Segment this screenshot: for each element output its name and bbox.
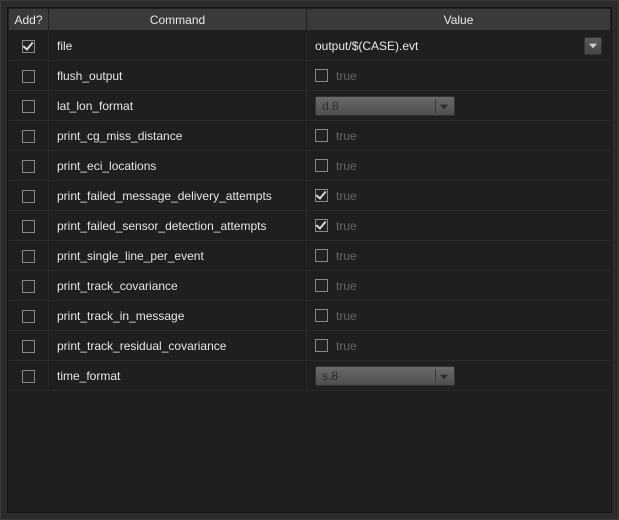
dropdown-label: d.8: [322, 99, 431, 113]
add-checkbox[interactable]: [22, 70, 35, 83]
table-row: print_failed_message_delivery_attempts tr…: [9, 181, 611, 211]
value-dropdown[interactable]: d.8: [315, 96, 455, 116]
window-frame: Add? Command Value file output/$(CASE).ev…: [0, 0, 619, 520]
value-true-label: true: [336, 279, 357, 293]
table-row: print_eci_locations true: [9, 151, 611, 181]
add-checkbox[interactable]: [22, 220, 35, 233]
table-row: print_single_line_per_event true: [9, 241, 611, 271]
value-dropdown-button[interactable]: [584, 37, 602, 55]
add-checkbox[interactable]: [22, 250, 35, 263]
table-row: print_track_residual_covariance true: [9, 331, 611, 361]
command-label: print_single_line_per_event: [57, 249, 298, 263]
command-label: print_failed_sensor_detection_attempts: [57, 219, 298, 233]
value-checkbox[interactable]: [315, 69, 328, 82]
add-checkbox[interactable]: [22, 130, 35, 143]
header-add[interactable]: Add?: [9, 9, 49, 31]
command-label: print_track_covariance: [57, 279, 298, 293]
chevron-down-icon: [440, 369, 448, 383]
value-checkbox[interactable]: [315, 249, 328, 262]
value-text-input[interactable]: output/$(CASE).evt: [315, 39, 580, 53]
value-true-label: true: [336, 249, 357, 263]
value-true-label: true: [336, 309, 357, 323]
value-checkbox[interactable]: [315, 339, 328, 352]
add-checkbox[interactable]: [22, 100, 35, 113]
command-label: time_format: [57, 369, 298, 383]
add-checkbox[interactable]: [22, 310, 35, 323]
add-checkbox[interactable]: [22, 160, 35, 173]
value-checkbox[interactable]: [315, 279, 328, 292]
table-row: flush_output true: [9, 61, 611, 91]
value-true-label: true: [336, 129, 357, 143]
command-label: print_failed_message_delivery_attempts: [57, 189, 298, 203]
table-row: file output/$(CASE).evt: [9, 31, 611, 61]
add-checkbox[interactable]: [22, 340, 35, 353]
table-row: lat_lon_format d.8: [9, 91, 611, 121]
command-label: print_track_residual_covariance: [57, 339, 298, 353]
chevron-down-icon: [440, 99, 448, 113]
add-checkbox[interactable]: [22, 280, 35, 293]
value-dropdown[interactable]: s.8: [315, 366, 455, 386]
table-row: print_cg_miss_distance true: [9, 121, 611, 151]
value-true-label: true: [336, 339, 357, 353]
command-label: file: [57, 39, 298, 53]
dropdown-label: s.8: [322, 369, 431, 383]
table-row: print_track_covariance true: [9, 271, 611, 301]
value-true-label: true: [336, 219, 357, 233]
value-checkbox[interactable]: [315, 219, 328, 232]
value-checkbox[interactable]: [315, 129, 328, 142]
command-label: print_track_in_message: [57, 309, 298, 323]
command-label: lat_lon_format: [57, 99, 298, 113]
value-true-label: true: [336, 159, 357, 173]
command-label: print_eci_locations: [57, 159, 298, 173]
header-value[interactable]: Value: [307, 9, 611, 31]
value-checkbox[interactable]: [315, 159, 328, 172]
add-checkbox[interactable]: [22, 40, 35, 53]
command-label: flush_output: [57, 69, 298, 83]
table-row: time_format s.8: [9, 361, 611, 391]
value-true-label: true: [336, 189, 357, 203]
table-row: print_track_in_message true: [9, 301, 611, 331]
value-true-label: true: [336, 69, 357, 83]
add-checkbox[interactable]: [22, 370, 35, 383]
header-command[interactable]: Command: [49, 9, 307, 31]
value-checkbox[interactable]: [315, 189, 328, 202]
add-checkbox[interactable]: [22, 190, 35, 203]
command-label: print_cg_miss_distance: [57, 129, 298, 143]
settings-panel: Add? Command Value file output/$(CASE).ev…: [7, 7, 612, 513]
value-checkbox[interactable]: [315, 309, 328, 322]
table-row: print_failed_sensor_detection_attempts tr…: [9, 211, 611, 241]
command-table: Add? Command Value file output/$(CASE).ev…: [8, 8, 611, 391]
